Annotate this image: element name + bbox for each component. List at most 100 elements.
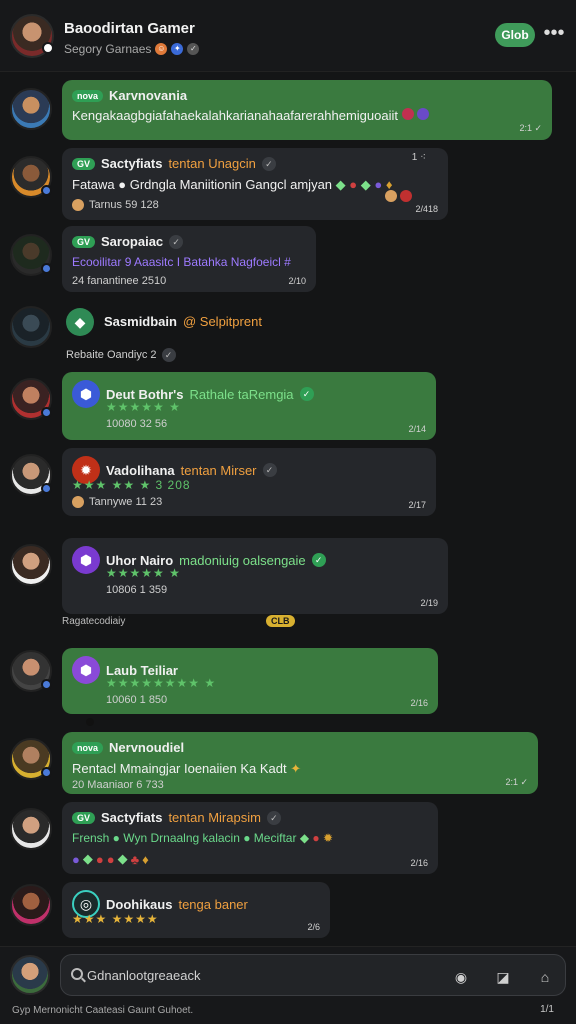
chat-title: Baoodirtan Gamer <box>64 20 195 37</box>
message-time: 2/418 <box>415 204 438 214</box>
message-bubble[interactable]: ⬢ Uhor Nairo madoniuig oalsengaie ✓ ★★★★… <box>62 538 448 614</box>
message-bubble[interactable]: GV Sactyfiats tentan Mirapsim ✓ Frensh ●… <box>62 802 438 874</box>
more-menu-icon[interactable]: ••• <box>542 22 566 45</box>
join-button[interactable]: Glob <box>495 23 535 47</box>
message-time: 2:1 ✓ <box>505 777 528 787</box>
message-input[interactable] <box>87 966 447 984</box>
message-text: Rentacl Mmaingjar Ioenaiien Ka Kadt <box>72 761 287 776</box>
search-icon[interactable] <box>71 968 83 980</box>
verified-icon: ✓ <box>266 810 281 825</box>
message-meta: 20 Maaniaor 6 733 <box>72 779 164 791</box>
sender-name: Karvnovania <box>109 88 188 103</box>
message-bubble[interactable]: GV Saropaiac ✓ Ecooilitar 9 Aaasitc I Ba… <box>62 226 316 292</box>
gem-icon: ◆ <box>117 851 128 866</box>
avatar[interactable] <box>10 378 52 420</box>
avatar[interactable] <box>10 884 52 926</box>
status-dot <box>42 42 54 54</box>
trophy-icon: ♦ <box>142 851 149 867</box>
avatar[interactable] <box>10 544 52 586</box>
message-time: 2/14 <box>408 424 426 434</box>
note-badge: CLB <box>266 615 295 627</box>
avatar[interactable] <box>10 454 52 496</box>
message-meta: 10806 1 359 <box>106 584 168 596</box>
gem-icon: ◆ <box>335 177 346 192</box>
message-bubble[interactable]: nova Nervnoudiel Rentacl Mmaingjar Ioena… <box>62 732 538 794</box>
avatar[interactable] <box>10 234 52 276</box>
emoji-icon: ☺ <box>155 43 168 55</box>
rating-stars: ★★★★★★★★ ★ <box>106 676 217 690</box>
message-bubble[interactable]: nova Karvnovania Kengakaagbgiafahaekalah… <box>62 80 552 140</box>
message-time: 2/16 <box>410 698 428 708</box>
message-input-box[interactable]: ◉ ◪ ⌂ <box>60 954 566 996</box>
message-text: Kengakaagbgiafahaekalahkarianahaafarerah… <box>72 108 398 123</box>
shield-badge-icon: ⬢ <box>72 380 100 408</box>
system-note-row: Ragatecodiaiy CLB <box>0 614 576 632</box>
verified-icon: ✓ <box>169 234 184 249</box>
message-time: 2/17 <box>408 500 426 510</box>
message-time: 2/6 <box>307 922 320 932</box>
message-text: Fatawa ● Grdngla Maniitionin Gangcl amjy… <box>72 177 333 192</box>
sticker-icon[interactable]: ◪ <box>493 967 513 987</box>
verified-icon: ✓ <box>161 348 176 362</box>
sender-name: Sactyfiats <box>101 810 163 825</box>
message-meta: Tarnus 59 128 <box>89 199 159 211</box>
avatar[interactable] <box>10 808 52 850</box>
reply-marker-icon <box>86 718 94 726</box>
gem-icon: ● <box>72 851 80 867</box>
message-bubble[interactable]: ◎ Doohikaus tenga baner ★★★ ★★★★ 2/6 <box>62 882 330 938</box>
avatar[interactable] <box>10 738 52 780</box>
message-meta: Rebaite Oandiyc 2 <box>66 349 157 361</box>
gem-icon <box>401 108 414 120</box>
rating-stars: ★★★★★ ★ <box>106 400 181 414</box>
coin-icon <box>384 190 397 202</box>
avatar[interactable] <box>10 306 52 348</box>
rating-stars: ★★★ ★★ ★ 3 208 <box>72 478 191 492</box>
message-time: 2:1 ✓ <box>519 123 542 133</box>
member-tag: nova <box>72 89 104 102</box>
system-note: Ragatecodiaiy <box>62 616 126 627</box>
sender-status: tenga baner <box>178 896 248 912</box>
footer-caption: Gyp Mernonicht Caateasi Gaunt Guhoet. <box>12 1005 194 1016</box>
sender-status: tentan Unagcin <box>168 156 256 171</box>
avatar[interactable] <box>10 650 52 692</box>
message-text: Ecooilitar 9 Aaasitc I Batahka Nagfoeicl… <box>72 255 291 269</box>
member-tag: nova <box>72 741 104 754</box>
hex-badge-icon: ⬢ <box>72 656 100 684</box>
message-bubble[interactable]: ✹ Vadolihana tentan Mirser ✓ ★★★ ★★ ★ 3 … <box>62 448 436 516</box>
verified-icon: ✓ <box>311 553 326 567</box>
sender-status: Rathale taRemgia <box>189 386 294 402</box>
sender-status: madoniuig oalsengaie <box>179 552 306 568</box>
camera-icon[interactable]: ◉ <box>451 967 471 987</box>
sender-status: tentan Mirser <box>180 462 257 478</box>
chat-header: Baoodirtan Gamer Segory Garnaes ☺ ✦ ✓ Gl… <box>0 0 576 72</box>
avatar[interactable] <box>10 88 52 130</box>
my-avatar[interactable] <box>10 955 50 995</box>
message-bubble[interactable]: ⬢ Laub Teiliar ★★★★★★★★ ★ 10060 1 850 2/… <box>62 648 438 714</box>
gem-badge-icon: ◆ <box>66 308 94 336</box>
status-dot <box>41 185 52 196</box>
status-dot <box>41 407 52 418</box>
send-icon[interactable]: ⌂ <box>535 967 555 987</box>
chat-subtitle-text: Segory Garnaes <box>64 42 152 56</box>
message-thread[interactable]: nova Karvnovania Kengakaagbgiafahaekalah… <box>0 74 576 946</box>
member-tag: GV <box>72 811 96 824</box>
message-bubble[interactable]: ⬢ Deut Bothr's Rathale taRemgia ✓ ★★★★★ … <box>62 372 436 440</box>
gem-icon: ◆ <box>299 831 310 845</box>
gem-icon: ✹ <box>322 831 334 845</box>
message-meta: Tannywe 11 23 <box>89 496 163 508</box>
group-avatar[interactable] <box>10 14 54 58</box>
gem-icon: ◆ <box>360 177 371 192</box>
sender-status: tentan Mirapsim <box>168 810 261 825</box>
gem-icon: ● <box>95 851 104 867</box>
sender-status: @ Selpitprent <box>182 314 262 329</box>
composer: ◉ ◪ ⌂ Gyp Mernonicht Caateasi Gaunt Guho… <box>0 946 576 1024</box>
member-tag: GV <box>72 157 96 170</box>
gem-icon <box>417 108 430 120</box>
avatar[interactable] <box>10 156 52 198</box>
gem-icon: ● <box>374 177 383 192</box>
verified-icon: ✓ <box>261 156 276 171</box>
gem-icon: ● <box>312 831 320 845</box>
message-time: 2/19 <box>420 598 438 608</box>
sender-name: Nervnoudiel <box>109 740 185 755</box>
message-bubble[interactable]: GV Sactyfiats tentan Unagcin ✓ Fatawa ● … <box>62 148 448 220</box>
